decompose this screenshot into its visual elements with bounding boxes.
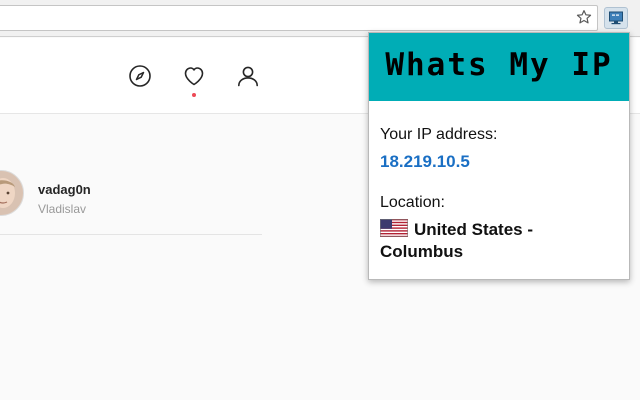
popup-header: Whats My IP <box>369 33 629 101</box>
person-icon[interactable] <box>236 64 260 88</box>
star-icon[interactable] <box>575 8 593 26</box>
avatar[interactable] <box>0 170 24 216</box>
popup-body: Your IP address: 18.219.10.5 Location: U… <box>380 125 620 263</box>
compass-icon[interactable] <box>128 64 152 88</box>
heart-icon[interactable] <box>182 64 206 88</box>
whats-my-ip-popup: Whats My IP Your IP address: 18.219.10.5… <box>368 32 630 280</box>
profile-row: vadag0n Vladislav <box>0 158 262 235</box>
username[interactable]: vadag0n <box>38 182 91 197</box>
ip-label: Your IP address: <box>380 126 498 143</box>
location-label: Location: <box>380 194 445 211</box>
us-flag-icon <box>380 219 408 237</box>
monitor-icon <box>609 11 623 25</box>
popup-title: Whats My IP <box>385 47 613 83</box>
whats-my-ip-extension-button[interactable] <box>604 7 628 29</box>
ip-value: 18.219.10.5 <box>380 152 470 171</box>
location-line: United States - Columbus <box>380 219 620 263</box>
full-name: Vladislav <box>38 202 87 216</box>
notification-dot <box>192 93 196 97</box>
address-bar[interactable] <box>0 5 598 31</box>
